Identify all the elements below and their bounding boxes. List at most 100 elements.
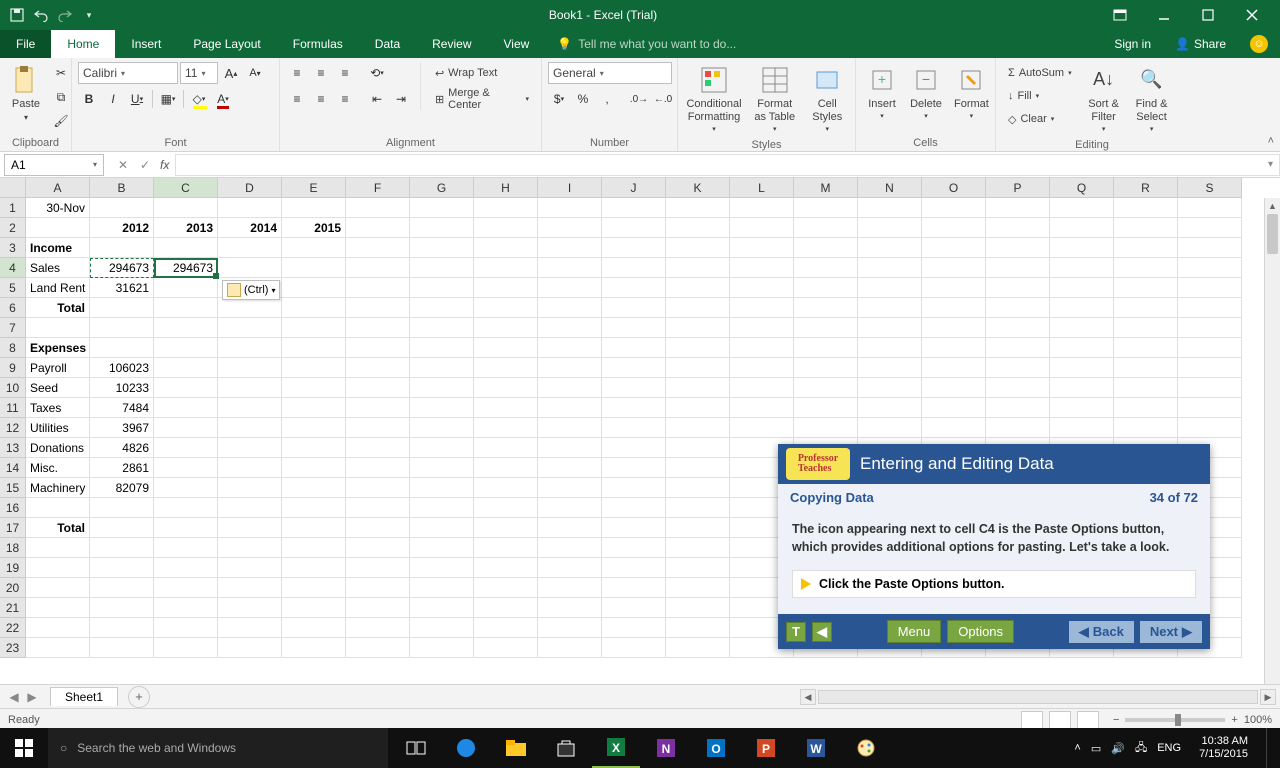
cell[interactable]: Donations: [26, 438, 90, 458]
tab-review[interactable]: Review: [416, 30, 487, 58]
cell[interactable]: [922, 378, 986, 398]
cell[interactable]: [282, 458, 346, 478]
cell[interactable]: [282, 298, 346, 318]
cell[interactable]: [90, 638, 154, 658]
cell[interactable]: [1114, 338, 1178, 358]
cell[interactable]: [858, 298, 922, 318]
word-app-icon[interactable]: W: [792, 728, 840, 768]
cell[interactable]: [1050, 278, 1114, 298]
cell[interactable]: [90, 618, 154, 638]
cell[interactable]: [538, 518, 602, 538]
tab-file[interactable]: File: [0, 30, 51, 58]
cell[interactable]: [90, 558, 154, 578]
name-box[interactable]: A1 ▾: [4, 154, 104, 176]
cell[interactable]: [282, 238, 346, 258]
cell[interactable]: [666, 278, 730, 298]
cell[interactable]: [730, 298, 794, 318]
row-header[interactable]: 9: [0, 358, 26, 378]
cell[interactable]: [346, 258, 410, 278]
cell[interactable]: [730, 218, 794, 238]
task-view-button[interactable]: [392, 728, 440, 768]
cell[interactable]: [794, 198, 858, 218]
cut-button[interactable]: ✂: [50, 62, 72, 84]
cell[interactable]: [346, 318, 410, 338]
cell[interactable]: [474, 338, 538, 358]
edge-app-icon[interactable]: [442, 728, 490, 768]
cell[interactable]: [410, 498, 474, 518]
feedback-button[interactable]: ☺: [1238, 30, 1280, 58]
hscroll-track[interactable]: [818, 690, 1258, 704]
save-icon[interactable]: [8, 6, 26, 24]
cell[interactable]: [410, 238, 474, 258]
cell[interactable]: [218, 298, 282, 318]
cell[interactable]: 106023: [90, 358, 154, 378]
column-header[interactable]: E: [282, 178, 346, 198]
onenote-app-icon[interactable]: N: [642, 728, 690, 768]
cell[interactable]: Expenses: [26, 338, 90, 358]
network-icon[interactable]: 🖧: [1135, 739, 1147, 758]
cell[interactable]: [26, 558, 90, 578]
cell[interactable]: [410, 418, 474, 438]
increase-indent-button[interactable]: ⇥: [390, 88, 412, 110]
cell[interactable]: [1178, 358, 1242, 378]
cell[interactable]: [922, 198, 986, 218]
tutorial-back-button[interactable]: ◀Back: [1069, 621, 1134, 643]
tab-formulas[interactable]: Formulas: [277, 30, 359, 58]
cell[interactable]: [730, 358, 794, 378]
bold-button[interactable]: B: [78, 88, 100, 110]
cell[interactable]: [538, 298, 602, 318]
cell[interactable]: [922, 258, 986, 278]
row-header[interactable]: 14: [0, 458, 26, 478]
cell[interactable]: [666, 558, 730, 578]
font-color-button[interactable]: A▾: [212, 88, 234, 110]
cell[interactable]: [282, 378, 346, 398]
cell[interactable]: [1050, 318, 1114, 338]
column-header[interactable]: I: [538, 178, 602, 198]
cell[interactable]: [986, 198, 1050, 218]
sheet-tab[interactable]: Sheet1: [50, 687, 118, 706]
cell[interactable]: [282, 538, 346, 558]
page-layout-view-button[interactable]: [1049, 711, 1071, 729]
cell[interactable]: [922, 238, 986, 258]
cell[interactable]: [410, 618, 474, 638]
cell[interactable]: [410, 578, 474, 598]
cell[interactable]: [666, 258, 730, 278]
align-center-button[interactable]: ≡: [310, 88, 332, 110]
clear-button[interactable]: ◇Clear▾: [1002, 108, 1078, 130]
cell[interactable]: [602, 198, 666, 218]
zoom-out-button[interactable]: −: [1113, 714, 1119, 726]
row-header[interactable]: 20: [0, 578, 26, 598]
cell[interactable]: [282, 558, 346, 578]
cell[interactable]: [282, 498, 346, 518]
cell[interactable]: [986, 338, 1050, 358]
cancel-formula-button[interactable]: ✕: [114, 158, 132, 172]
cell[interactable]: [858, 258, 922, 278]
cell[interactable]: [218, 318, 282, 338]
cell[interactable]: [218, 478, 282, 498]
cell[interactable]: [922, 418, 986, 438]
cell[interactable]: 3967: [90, 418, 154, 438]
tab-page-layout[interactable]: Page Layout: [177, 30, 276, 58]
row-header[interactable]: 5: [0, 278, 26, 298]
cell[interactable]: [26, 598, 90, 618]
cell[interactable]: [346, 298, 410, 318]
qat-customize-icon[interactable]: ▾: [80, 6, 98, 24]
row-header[interactable]: 8: [0, 338, 26, 358]
cell[interactable]: [538, 418, 602, 438]
cell[interactable]: [602, 298, 666, 318]
cell[interactable]: [154, 518, 218, 538]
cell[interactable]: [410, 358, 474, 378]
cell[interactable]: [1114, 218, 1178, 238]
cell[interactable]: [474, 498, 538, 518]
cell[interactable]: [90, 538, 154, 558]
cell[interactable]: [346, 438, 410, 458]
cell[interactable]: [858, 338, 922, 358]
cell[interactable]: 30-Nov: [26, 198, 90, 218]
cell[interactable]: 2861: [90, 458, 154, 478]
cell[interactable]: [474, 578, 538, 598]
cell[interactable]: [90, 198, 154, 218]
cell[interactable]: [1050, 398, 1114, 418]
cell[interactable]: [666, 598, 730, 618]
row-header[interactable]: 2: [0, 218, 26, 238]
cell[interactable]: Misc.: [26, 458, 90, 478]
